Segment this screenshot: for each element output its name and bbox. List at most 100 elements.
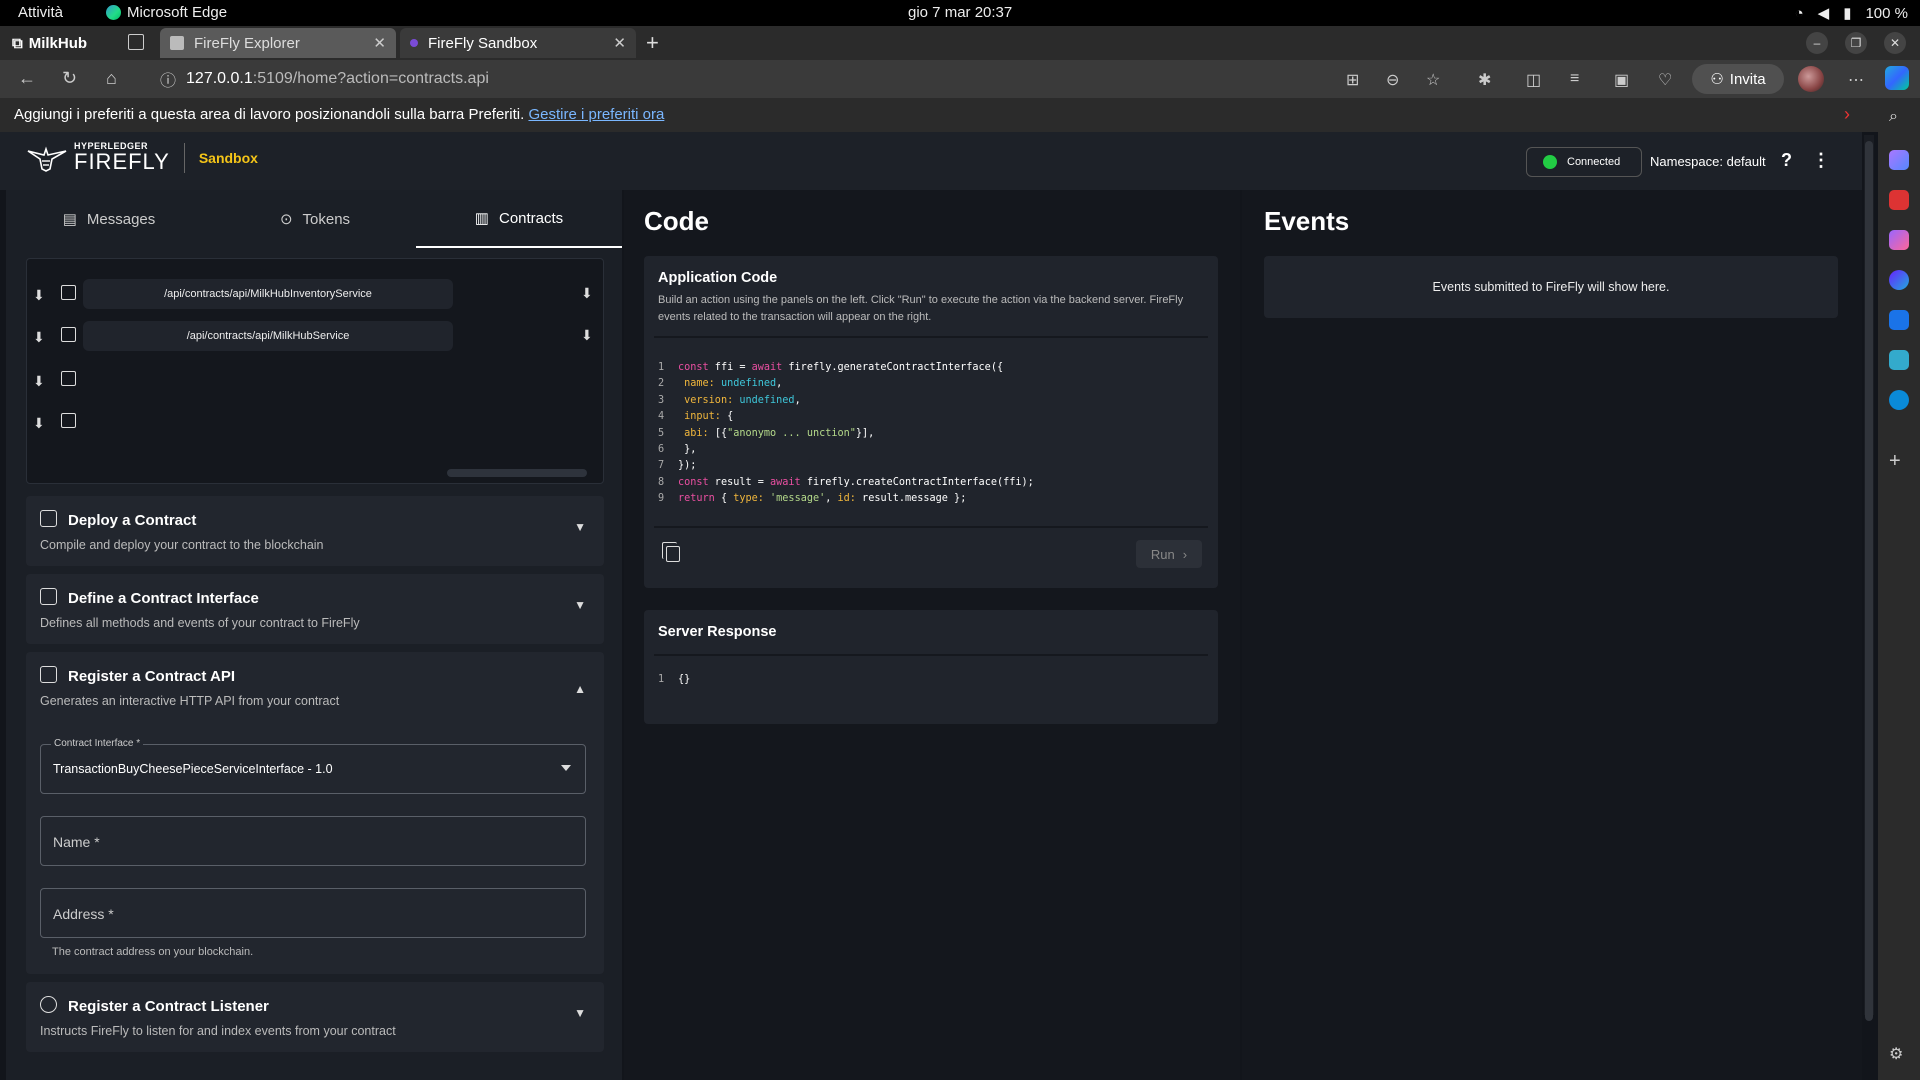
download-icon[interactable]: ⬇: [581, 327, 593, 344]
back-icon[interactable]: ←: [18, 68, 36, 89]
search-icon[interactable]: ⌕: [1889, 108, 1909, 128]
shopping-icon[interactable]: [1889, 150, 1909, 170]
section-desc: Generates an interactive HTTP API from y…: [40, 694, 340, 708]
outlook-icon[interactable]: [1889, 310, 1909, 330]
server-response-card: Server Response 1 {}: [644, 610, 1218, 724]
api-path[interactable]: /api/contracts/api/MilkHubService: [83, 321, 453, 351]
open-external-icon[interactable]: [61, 371, 76, 386]
tab-actions-icon[interactable]: [128, 34, 144, 50]
tab-title: FireFly Explorer: [194, 34, 300, 52]
firefly-logo[interactable]: HYPERLEDGER FIREFLY Sandbox: [26, 142, 258, 173]
open-external-icon[interactable]: [61, 413, 76, 428]
register-api-section: Register a Contract API Generates an int…: [26, 652, 604, 974]
chevron-down-icon[interactable]: ▼: [574, 520, 586, 534]
list-item: ⬇ /api/contracts/api/MilkHubService ⬇: [27, 321, 605, 355]
new-tab-icon[interactable]: +: [646, 30, 659, 56]
add-icon[interactable]: +: [1889, 450, 1909, 472]
download-icon[interactable]: ⬇: [33, 373, 45, 390]
clock[interactable]: gio 7 mar 20:37: [908, 4, 1012, 21]
page-scrollbar[interactable]: [1864, 135, 1874, 1021]
horizontal-scrollbar[interactable]: [447, 469, 587, 477]
app-header: HYPERLEDGER FIREFLY Sandbox Connected Na…: [0, 132, 1862, 190]
active-app[interactable]: Microsoft Edge: [106, 4, 227, 21]
deploy-contract-section[interactable]: Deploy a Contract Compile and deploy you…: [26, 496, 604, 566]
manage-favorites-link[interactable]: Gestire i preferiti ora: [528, 106, 664, 123]
tab-title: FireFly Sandbox: [428, 34, 538, 52]
split-screen-icon[interactable]: ◫: [1526, 70, 1541, 90]
list-item: ⬇: [27, 407, 605, 441]
favorites-hint: Aggiungi i preferiti a questa area di la…: [14, 106, 525, 123]
close-tab-icon[interactable]: ✕: [373, 34, 386, 52]
listener-icon: [40, 996, 57, 1013]
browser-tab-firefly-sandbox[interactable]: FireFly Sandbox ✕: [400, 28, 636, 58]
volume-icon: ◀: [1817, 5, 1830, 22]
microsoft365-icon[interactable]: [1889, 270, 1909, 290]
name-field[interactable]: Name *: [40, 816, 586, 866]
tab-tokens[interactable]: ⊙ Tokens: [212, 190, 418, 248]
close-tab-icon[interactable]: ✕: [613, 34, 626, 52]
games-icon[interactable]: [1889, 230, 1909, 250]
url-field[interactable]: ⓘ 127.0.0.1:5109/home?action=contracts.a…: [160, 64, 489, 94]
register-listener-section[interactable]: Register a Contract Listener Instructs F…: [26, 982, 604, 1052]
zoom-icon[interactable]: ⊖: [1386, 70, 1399, 90]
activities-button[interactable]: Attività: [18, 4, 63, 21]
download-icon[interactable]: ⬇: [33, 287, 45, 304]
application-code-card: Application Code Build an action using t…: [644, 256, 1218, 588]
settings-more-icon[interactable]: ⋯: [1848, 70, 1864, 90]
open-external-icon[interactable]: [61, 327, 76, 342]
tab-contracts[interactable]: ▥ Contracts: [416, 190, 622, 248]
favorites-icon[interactable]: ≡: [1570, 70, 1579, 88]
workspace-button[interactable]: ⧉ MilkHub: [12, 30, 87, 56]
workspace-icon: ⧉: [12, 34, 23, 52]
chevron-right-icon[interactable]: ›: [1844, 104, 1850, 125]
reload-icon[interactable]: ↻: [62, 68, 77, 89]
gear-icon[interactable]: ⚙: [1889, 1044, 1909, 1064]
open-external-icon[interactable]: [61, 285, 76, 300]
field-value: TransactionBuyCheesePieceServiceInterfac…: [53, 762, 333, 776]
edge-sidebar: ⌕ + ⚙: [1878, 98, 1920, 1080]
logo-big-text: FIREFLY: [74, 149, 170, 174]
site-info-icon[interactable]: ⓘ: [160, 67, 176, 91]
define-interface-section[interactable]: Define a Contract Interface Defines all …: [26, 574, 604, 644]
skype-icon[interactable]: [1889, 390, 1909, 410]
drop-icon[interactable]: [1889, 350, 1909, 370]
dropdown-caret-icon: [561, 765, 571, 771]
people-icon: ⚇: [1710, 71, 1724, 88]
close-window-icon[interactable]: ✕: [1884, 32, 1906, 54]
firefly-favicon-icon: [410, 39, 418, 47]
chevron-down-icon[interactable]: ▼: [574, 598, 586, 612]
browser-tab-firefly-explorer[interactable]: FireFly Explorer ✕: [160, 28, 396, 58]
download-icon[interactable]: ⬇: [33, 415, 45, 432]
chevron-up-icon[interactable]: ▲: [574, 682, 586, 696]
status-dot-icon: [1543, 155, 1557, 169]
chevron-down-icon[interactable]: ▼: [574, 1006, 586, 1020]
home-icon[interactable]: ⌂: [106, 68, 117, 89]
profile-avatar[interactable]: [1798, 66, 1824, 92]
section-title: Register a Contract API: [68, 668, 235, 685]
invite-button[interactable]: ⚇ Invita: [1692, 64, 1784, 94]
tab-messages[interactable]: ▤ Messages: [6, 190, 212, 248]
help-icon[interactable]: ?: [1781, 150, 1792, 171]
download-icon[interactable]: ⬇: [581, 285, 593, 302]
browser-essentials-icon[interactable]: ♡: [1658, 70, 1672, 90]
app-available-icon[interactable]: ⊞: [1346, 70, 1359, 90]
more-options-icon[interactable]: ⋮: [1812, 150, 1830, 171]
favorite-star-icon[interactable]: ☆: [1426, 70, 1440, 90]
namespace-label: Namespace: default: [1650, 154, 1766, 169]
system-tray[interactable]: ◔ ◀ ▮ 100 %: [1795, 4, 1908, 23]
copilot-icon[interactable]: [1885, 66, 1909, 90]
download-icon[interactable]: ⬇: [33, 329, 45, 346]
code-block: 1 const ffi = await firefly.generateContr…: [658, 362, 1034, 505]
collections-icon[interactable]: ▣: [1614, 70, 1629, 90]
address-field[interactable]: Address *: [40, 888, 586, 938]
extensions-icon[interactable]: ✱: [1478, 70, 1491, 90]
restore-icon[interactable]: ❐: [1845, 32, 1867, 54]
tools-icon[interactable]: [1889, 190, 1909, 210]
api-path[interactable]: /api/contracts/api/MilkHubInventoryServi…: [83, 279, 453, 309]
contract-interface-select[interactable]: Contract Interface * TransactionBuyChees…: [40, 738, 586, 794]
browser-tab-strip: ⧉ MilkHub FireFly Explorer ✕ FireFly San…: [0, 26, 1920, 60]
run-button[interactable]: Run ›: [1136, 540, 1202, 568]
copy-icon[interactable]: [662, 542, 680, 562]
run-label: Run: [1150, 546, 1175, 562]
minimize-icon[interactable]: –: [1806, 32, 1828, 54]
